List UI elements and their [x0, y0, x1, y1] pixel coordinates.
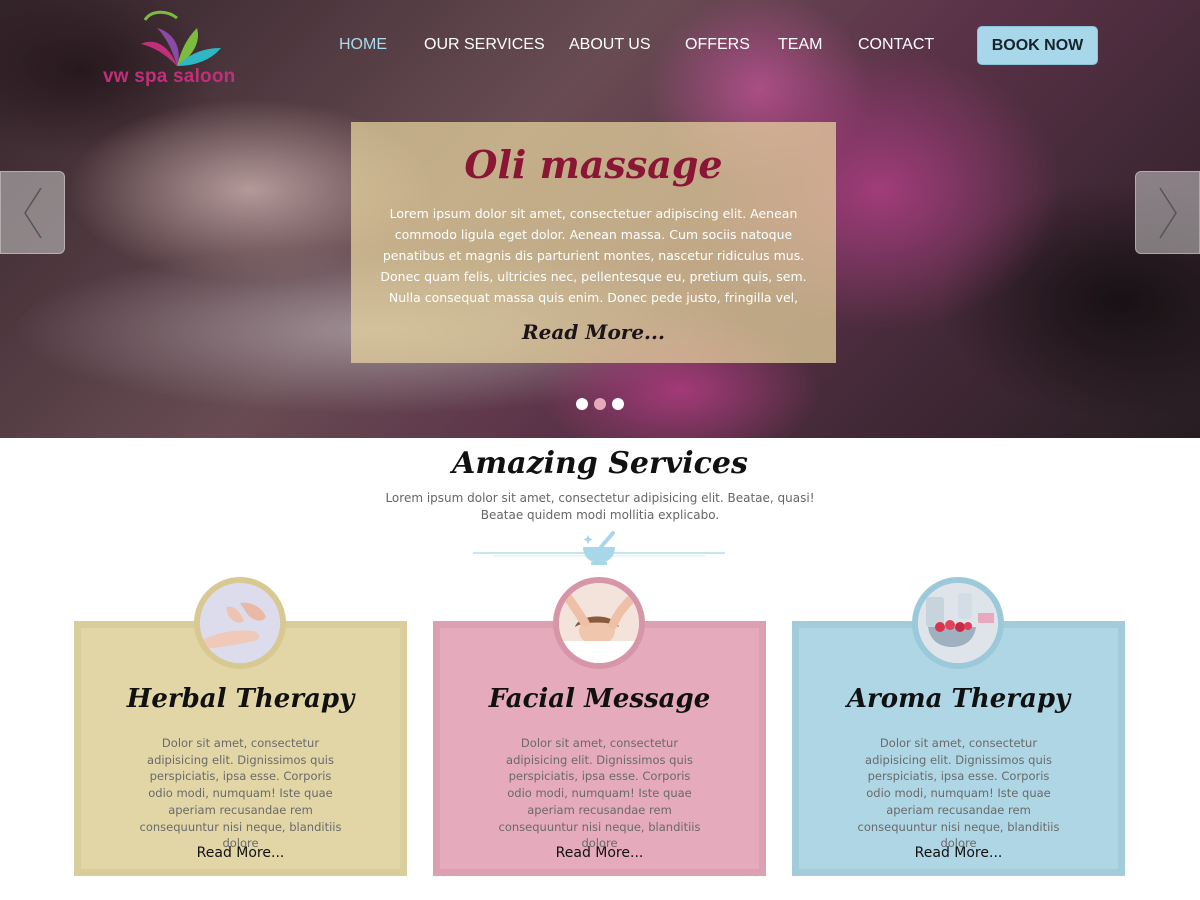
aroma-bowl-icon	[912, 577, 1004, 669]
brand-name: vw spa saloon	[103, 66, 236, 87]
logo[interactable]: vw spa saloon	[103, 8, 263, 87]
nav-item-team[interactable]: TEAM	[778, 36, 822, 54]
mortar-pestle-divider-icon	[473, 531, 725, 565]
slider-dot-3[interactable]	[612, 398, 624, 410]
foot-massage-icon	[194, 577, 286, 669]
slider-dot-1[interactable]	[576, 398, 588, 410]
slide-read-more-link[interactable]: Read More...	[351, 320, 836, 344]
nav-item-contact[interactable]: CONTACT	[858, 36, 934, 54]
service-card-title: Herbal Therapy	[126, 684, 355, 714]
facial-treatment-icon	[553, 577, 645, 669]
service-card-read-more-link[interactable]: Read More...	[799, 845, 1118, 861]
services-heading: Amazing Services	[452, 446, 748, 481]
service-card-description: Dolor sit amet, consectetur adipisicing …	[139, 736, 342, 851]
slider-dot-2[interactable]	[594, 398, 606, 410]
hero-slider: vw spa saloon HOME OUR SERVICES ABOUT US…	[0, 0, 1200, 438]
slider-next-button[interactable]	[1135, 171, 1200, 254]
slide-title: Oli massage	[464, 142, 723, 187]
service-card-read-more-link[interactable]: Read More...	[81, 845, 400, 861]
lotus-logo-icon	[141, 10, 221, 66]
services-subtitle-line-2: Beatae quidem modi mollitia explicabo.	[480, 508, 720, 522]
chevron-right-icon	[1158, 187, 1177, 238]
services-subtitle-line-1: Lorem ipsum dolor sit amet, consectetur …	[385, 491, 815, 505]
nav-item-home[interactable]: HOME	[339, 36, 387, 54]
services-subtitle: Lorem ipsum dolor sit amet, consectetur …	[380, 490, 820, 524]
service-card-description: Dolor sit amet, consectetur adipisicing …	[498, 736, 701, 851]
book-now-button[interactable]: BOOK NOW	[977, 26, 1098, 65]
slide-description: Lorem ipsum dolor sit amet, consectetuer…	[380, 206, 807, 305]
nav-item-offers[interactable]: OFFERS	[685, 36, 750, 54]
slide-caption: Oli massage Lorem ipsum dolor sit amet, …	[351, 122, 836, 363]
nav-item-our-services[interactable]: OUR SERVICES	[424, 36, 545, 54]
slider-prev-button[interactable]	[0, 171, 65, 254]
service-card-read-more-link[interactable]: Read More...	[440, 845, 759, 861]
service-card-description: Dolor sit amet, consectetur adipisicing …	[857, 736, 1060, 851]
service-card-title: Aroma Therapy	[846, 684, 1071, 714]
service-card-title: Facial Message	[488, 684, 711, 714]
nav-item-about-us[interactable]: ABOUT US	[569, 36, 651, 54]
chevron-left-icon	[23, 187, 42, 238]
